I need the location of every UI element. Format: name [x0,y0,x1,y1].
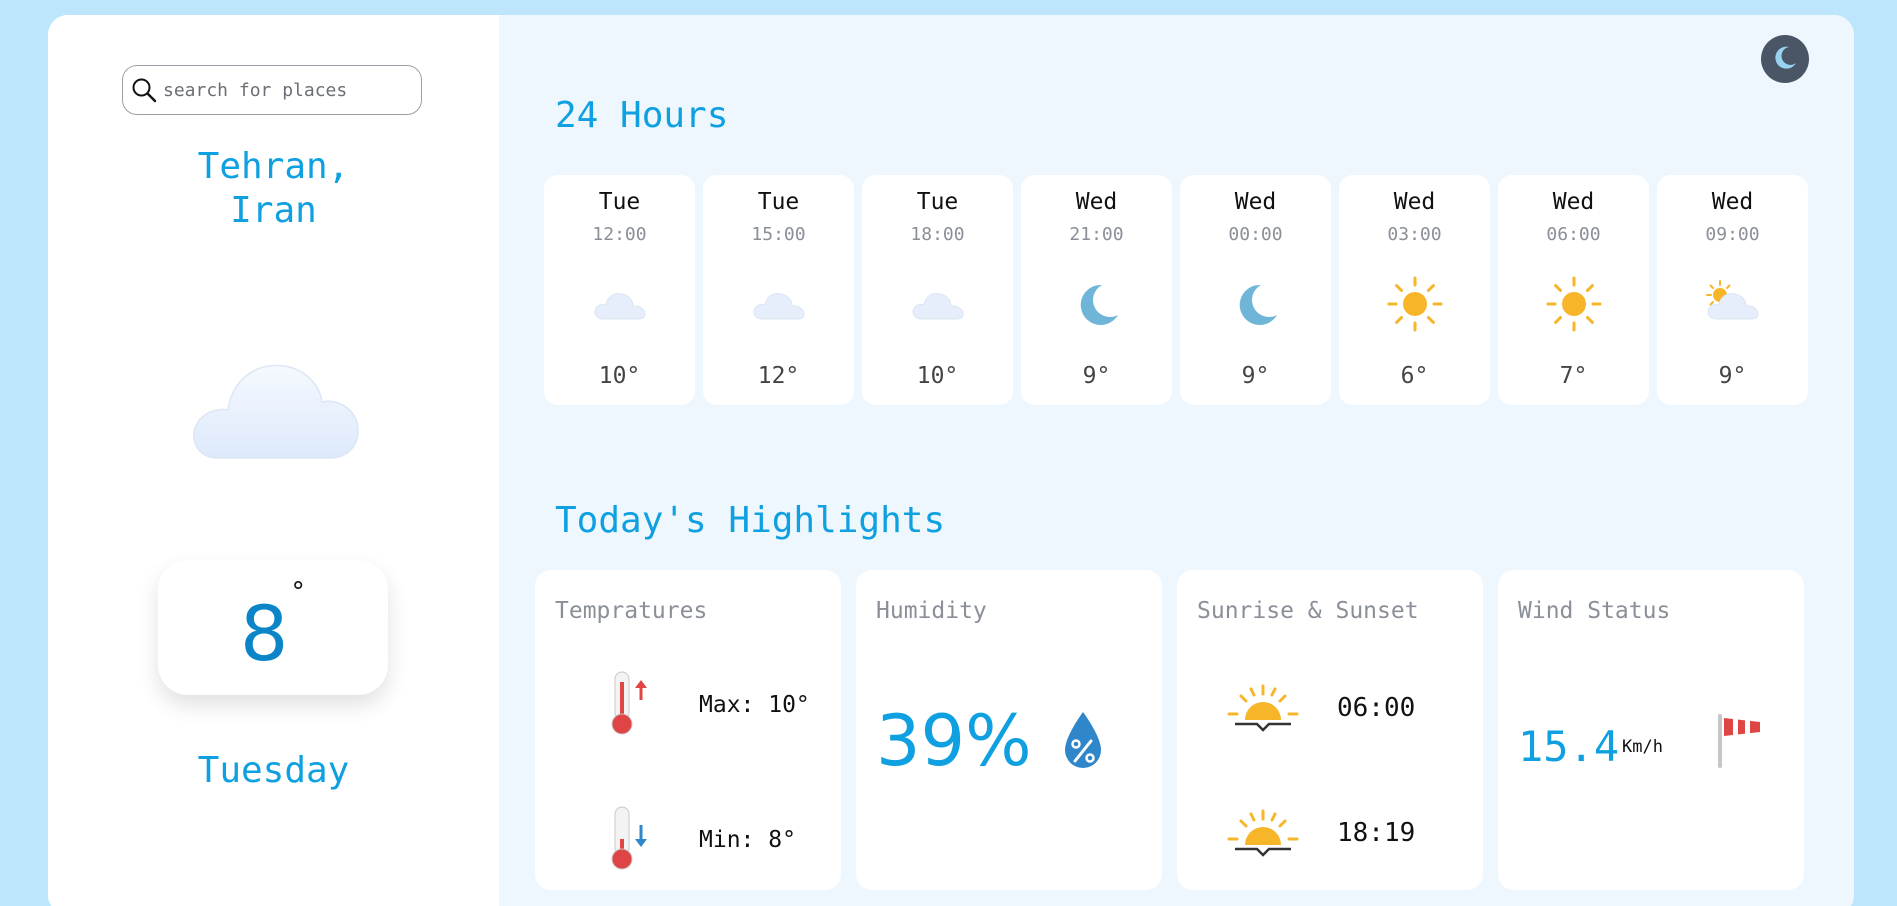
hour-day: Tue [757,189,800,215]
weather-app: Tehran, Iran 8 ° Tuesday 24 Hours Tue 12… [48,15,1854,906]
degree-symbol: ° [290,576,306,607]
hour-temp: 7° [1559,363,1588,389]
hour-card: Wed 00:00 9° [1180,175,1331,405]
hour-temp: 6° [1400,363,1429,389]
hour-time: 03:00 [1387,224,1442,245]
sunrise-icon [1225,680,1301,740]
hour-card: Tue 12:00 10° [544,175,695,405]
hour-day: Wed [1711,189,1754,215]
hour-time: 09:00 [1705,224,1760,245]
windsock-icon [1716,710,1766,770]
cloud-icon [907,273,969,335]
hour-card: Tue 15:00 12° [703,175,854,405]
sunset-icon [1225,805,1301,865]
hour-temp: 10° [916,363,959,389]
hour-time: 12:00 [592,224,647,245]
cloud-icon [748,273,810,335]
hour-time: 18:00 [910,224,965,245]
hour-day: Tue [598,189,641,215]
hour-day: Wed [1234,189,1277,215]
temperatures-title: Tempratures [555,598,708,624]
cloud-icon [589,273,651,335]
wind-speed-unit: Km/h [1622,737,1663,757]
current-temperature: 8 [239,589,289,678]
highlights-title: Today's Highlights [555,500,946,541]
country-name: Iran [230,190,317,231]
sun-icon [1543,273,1605,335]
hour-card: Wed 06:00 7° [1498,175,1649,405]
sunrise-sunset-title: Sunrise & Sunset [1197,598,1419,624]
hour-temp: 9° [1241,363,1270,389]
hour-temp: 10° [598,363,641,389]
search-input[interactable] [163,79,403,101]
hour-card: Wed 21:00 9° [1021,175,1172,405]
humidity-value: 39% [876,700,1032,782]
hour-day: Wed [1552,189,1595,215]
hour-time: 00:00 [1228,224,1283,245]
humidity-title: Humidity [876,598,987,624]
hour-time: 15:00 [751,224,806,245]
hour-time: 06:00 [1546,224,1601,245]
thermometer-hot-icon [605,670,655,736]
city-name: Tehran, [197,146,350,187]
humidity-card: Humidity 39% [856,570,1162,890]
moon-icon [1066,273,1128,335]
hour-card: Tue 18:00 10° [862,175,1013,405]
current-temperature-card: 8 ° [158,560,388,695]
wind-status-title: Wind Status [1518,598,1671,624]
hour-temp: 9° [1718,363,1747,389]
max-temperature: Max: 10° [699,692,810,718]
hour-time: 21:00 [1069,224,1124,245]
hour-temp: 12° [757,363,800,389]
hourly-forecast-list: Tue 12:00 10° Tue 15:00 12° Tue 18:00 10… [544,175,1808,405]
cloud-icon [188,340,363,465]
moon-icon [1225,273,1287,335]
sunrise-sunset-card: Sunrise & Sunset 06:00 18:19 [1177,570,1483,890]
wind-status-card: Wind Status 15.4 Km/h [1498,570,1804,890]
thermometer-cold-icon [605,805,655,871]
sun-icon [1384,273,1446,335]
search-icon[interactable] [131,77,157,103]
search-box[interactable] [122,65,422,115]
moon-icon [1772,44,1798,74]
hour-card: Wed 09:00 9° [1657,175,1808,405]
hour-day: Tue [916,189,959,215]
humidity-drop-icon [1061,710,1105,772]
hourly-forecast-title: 24 Hours [555,95,729,136]
hour-day: Wed [1393,189,1436,215]
sidebar: Tehran, Iran 8 ° Tuesday [48,15,499,906]
sunrise-time: 06:00 [1337,693,1416,723]
main-panel: 24 Hours Tue 12:00 10° Tue 15:00 12° Tue… [499,15,1854,906]
partly-cloudy-icon [1702,273,1764,335]
hour-day: Wed [1075,189,1118,215]
sunset-time: 18:19 [1337,818,1416,848]
hour-card: Wed 03:00 6° [1339,175,1490,405]
location-name: Tehran, Iran [48,145,499,233]
temperatures-card: Tempratures Max: 10° Min: 8° [535,570,841,890]
current-day: Tuesday [197,750,350,791]
hour-temp: 9° [1082,363,1111,389]
min-temperature: Min: 8° [699,827,796,853]
wind-speed-value: 15.4 [1518,722,1620,771]
theme-toggle-button[interactable] [1761,35,1809,83]
